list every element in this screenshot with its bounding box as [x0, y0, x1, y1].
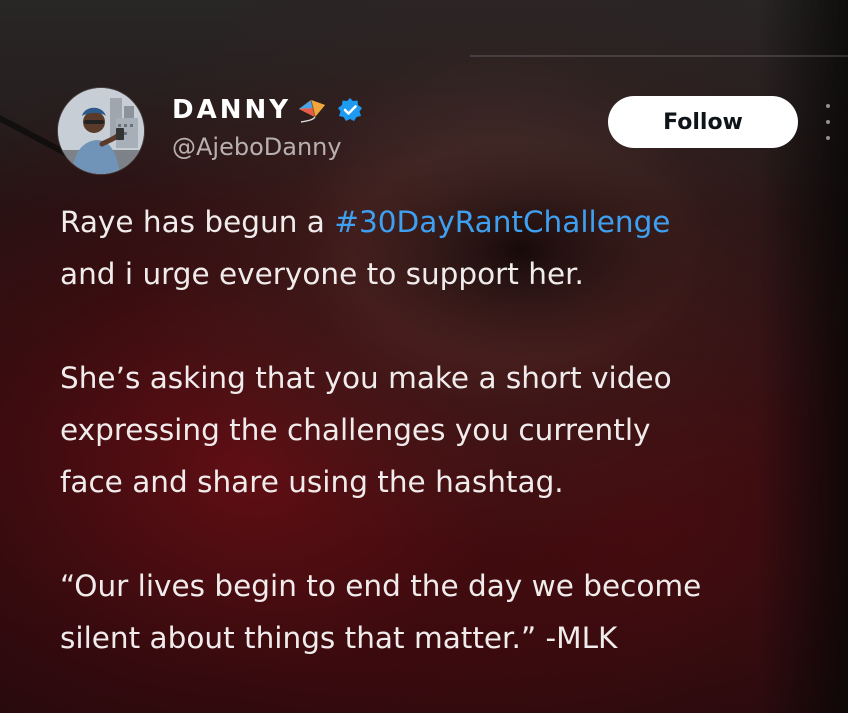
tweet-text-line: She’s asking that you make a short video — [60, 361, 672, 395]
tweet-text-segment: and i urge everyone to support her. — [60, 257, 584, 291]
follow-button[interactable]: Follow — [608, 96, 798, 148]
tweet-card: DANNY @AjeboDanny Follow Raye has begun … — [0, 0, 848, 713]
display-name[interactable]: DANNY — [172, 95, 291, 125]
tweet-text-segment: Raye has begun a — [60, 205, 335, 239]
hashtag-link[interactable]: #30DayRantChallenge — [334, 205, 670, 239]
tweet-text-line: silent about things that matter.” -MLK — [60, 621, 618, 655]
tweet-paragraph-2: She’s asking that you make a short video… — [60, 352, 830, 508]
user-handle[interactable]: @AjeboDanny — [172, 133, 342, 161]
tweet-paragraph-1: Raye has begun a #30DayRantChallenge and… — [60, 196, 830, 300]
tweet-text-line: expressing the challenges you currently — [60, 413, 651, 447]
more-dot — [826, 120, 830, 124]
more-options-icon[interactable] — [822, 104, 834, 140]
more-dot — [826, 104, 830, 108]
tweet-body: Raye has begun a #30DayRantChallenge and… — [60, 196, 830, 664]
tweet-text-line: face and share using the hashtag. — [60, 465, 564, 499]
kite-emoji-icon — [295, 97, 331, 123]
display-name-row: DANNY — [172, 92, 363, 128]
verified-badge-icon — [337, 97, 363, 123]
more-dot — [826, 136, 830, 140]
avatar[interactable] — [58, 88, 144, 174]
tweet-paragraph-3: “Our lives begin to end the day we becom… — [60, 560, 830, 664]
tweet-text-line: “Our lives begin to end the day we becom… — [60, 569, 702, 603]
